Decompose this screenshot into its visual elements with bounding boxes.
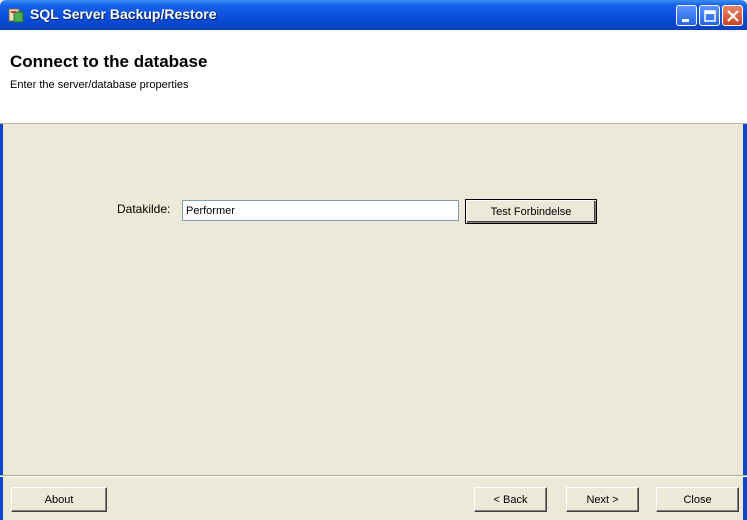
back-button[interactable]: < Back — [474, 487, 547, 512]
close-window-button[interactable] — [722, 5, 743, 26]
window-title: SQL Server Backup/Restore — [30, 6, 217, 22]
wizard-header — [0, 30, 747, 124]
test-connection-button[interactable]: Test Forbindelse — [465, 199, 597, 224]
page-title: Connect to the database — [10, 52, 208, 71]
app-icon — [8, 7, 24, 23]
minimize-button[interactable] — [676, 5, 697, 26]
close-icon — [727, 10, 739, 22]
page-subtitle: Enter the server/database properties — [10, 79, 189, 91]
close-button[interactable]: Close — [656, 487, 739, 512]
minimize-icon — [682, 19, 689, 22]
about-button[interactable]: About — [11, 487, 107, 512]
datasource-input[interactable] — [182, 200, 459, 221]
footer-divider — [0, 475, 747, 477]
maximize-button[interactable] — [699, 5, 720, 26]
app-window: SQL Server Backup/Restore Connect to the… — [0, 0, 747, 520]
next-button[interactable]: Next > — [566, 487, 639, 512]
title-bar[interactable]: SQL Server Backup/Restore — [0, 0, 747, 30]
maximize-icon — [704, 10, 716, 22]
datasource-label: Datakilde: — [117, 202, 171, 216]
